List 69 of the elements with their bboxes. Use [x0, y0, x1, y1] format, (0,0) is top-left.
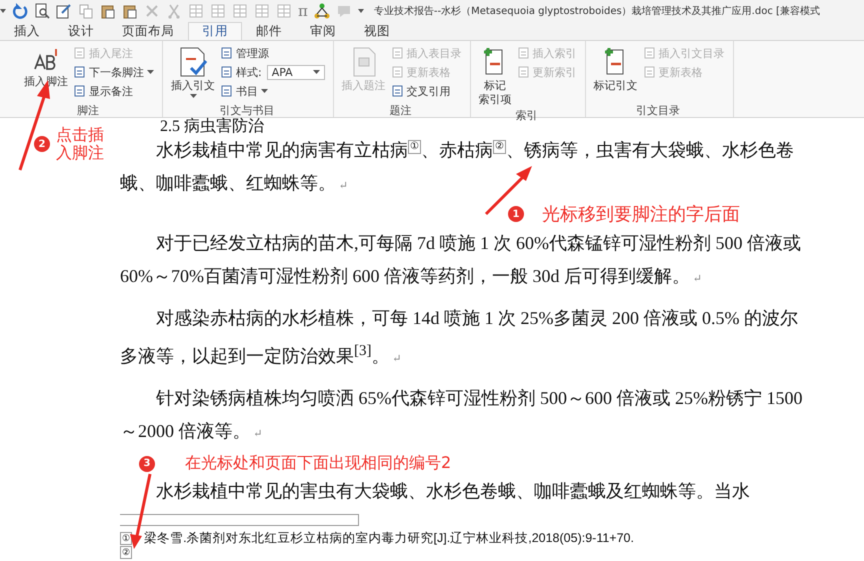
document-icon: [392, 66, 404, 78]
ribbon-tab[interactable]: 邮件: [242, 22, 296, 40]
caret-icon[interactable]: [0, 9, 6, 13]
document-icon: [518, 66, 530, 78]
delete-icon[interactable]: [144, 3, 160, 19]
comment-icon[interactable]: [336, 3, 352, 19]
paragraph: 水杉栽植中常见的病害有立枯病$^{①}$、赤枯病$^{②}$、锈病等，虫害有大袋蛾、水杉色卷蛾、咖啡蠹蛾、红蜘蛛等。↵: [120, 139, 795, 195]
ribbon-tab[interactable]: 设计: [54, 22, 108, 40]
ribbon-button[interactable]: 下一条脚注: [74, 64, 154, 80]
style-dropdown[interactable]: APA: [266, 64, 325, 80]
document-icon: [221, 47, 233, 59]
document-icon: [74, 85, 86, 97]
document-icon: [644, 66, 656, 78]
undo-icon[interactable]: [12, 3, 28, 19]
paste-icon[interactable]: [100, 3, 116, 19]
step-number-badge: 1: [508, 206, 524, 222]
ribbon-button[interactable]: 标记 索引项: [476, 44, 514, 108]
ribbon-button[interactable]: 交叉引用: [392, 83, 462, 99]
arrow: [484, 166, 532, 216]
ribbon-button[interactable]: 标记引文: [592, 44, 640, 103]
step-number-badge: 3: [139, 456, 155, 472]
ribbon-button[interactable]: 显示备注: [74, 83, 154, 99]
diagram-icon[interactable]: [314, 3, 330, 19]
paste-icon[interactable]: [122, 3, 138, 19]
annotation-text: 在光标处和页面下面出现相同的编号2: [185, 453, 452, 474]
ribbon-button[interactable]: 书目: [221, 83, 325, 99]
ribbon-tab[interactable]: 审阅: [296, 22, 350, 40]
group-label: 引文目录: [635, 103, 682, 117]
document-icon: [392, 47, 404, 59]
annotation-text: 点击插入脚注: [56, 126, 105, 162]
edit-icon[interactable]: [56, 3, 72, 19]
ribbon-tab[interactable]: 插入: [0, 22, 54, 40]
section-heading: 2.5 病虫害防治: [160, 118, 264, 135]
table-icon[interactable]: [188, 3, 204, 19]
copy-icon[interactable]: [78, 3, 94, 19]
caret-icon[interactable]: [358, 9, 364, 13]
window-title: 专业技术报告--水杉（Metasequoia glyptostroboides）栽培管理技术及其推广应用.doc [兼容模式: [374, 4, 820, 18]
annotation-text: 光标移到要脚注的字后面: [542, 203, 740, 226]
print-preview-icon[interactable]: [34, 3, 50, 19]
table-icon[interactable]: [210, 3, 226, 19]
document-icon: [392, 85, 404, 97]
ribbon-button[interactable]: 插入引文: [169, 44, 217, 103]
paragraph: 针对染锈病植株均匀喷洒 65%代森锌可湿性粉剂 500～600 倍液或 25%粉锈宁 1500～2000 倍液等。↵: [120, 387, 804, 443]
ribbon-tab[interactable]: 引用: [188, 22, 242, 40]
document-icon: [644, 47, 656, 59]
group-label: 引文与书目: [218, 103, 276, 117]
style-label: 样式:: [236, 64, 262, 80]
table-icon[interactable]: [254, 3, 270, 19]
group-label: 脚注: [76, 103, 100, 117]
ribbon-tab[interactable]: 页面布局: [108, 22, 188, 40]
document-icon: [518, 47, 530, 59]
ribbon-button[interactable]: 管理源: [221, 45, 325, 61]
paragraph: 对于已经发立枯病的苗木,可每隔 7d 喷施 1 次 60%代森锰锌可湿性粉剂 500 倍液或 60%～70%百菌清可湿性粉剂 600 倍液等药剂，一般 30d 后可得到缓解。↵: [120, 232, 802, 288]
document-icon: [221, 66, 233, 78]
step-number-badge: 2: [34, 136, 50, 152]
document-icon: [221, 85, 233, 97]
paragraph: 对感染赤枯病的水杉植株，可每 14d 喷施 1 次 25%多菌灵 200 倍液或 0.5% 的波尔多液等，以起到一定防治效果$^{[3]}$。↵: [120, 307, 799, 368]
table-icon[interactable]: [232, 3, 248, 19]
equation-button[interactable]: π: [298, 2, 308, 20]
document-icon: [74, 66, 86, 78]
table-icon[interactable]: [276, 3, 292, 19]
paragraph: 水杉栽植中常见的害虫有大袋蛾、水杉色卷蛾、咖啡蠹蛾及红蜘蛛等。当水: [155, 480, 751, 503]
scissors-icon[interactable]: [166, 3, 182, 19]
footnote-mark: ②: [120, 546, 132, 559]
group-label: 索引: [514, 108, 539, 122]
ribbon-tab[interactable]: 视图: [350, 22, 404, 40]
footnote-text: 梁冬雪.杀菌剂对东北红豆杉立枯病的室内毒力研究[J].辽宁林业科技,2018(05):9-11+70.: [144, 530, 634, 546]
document-icon: [74, 47, 86, 59]
group-label: 题注: [388, 103, 413, 117]
